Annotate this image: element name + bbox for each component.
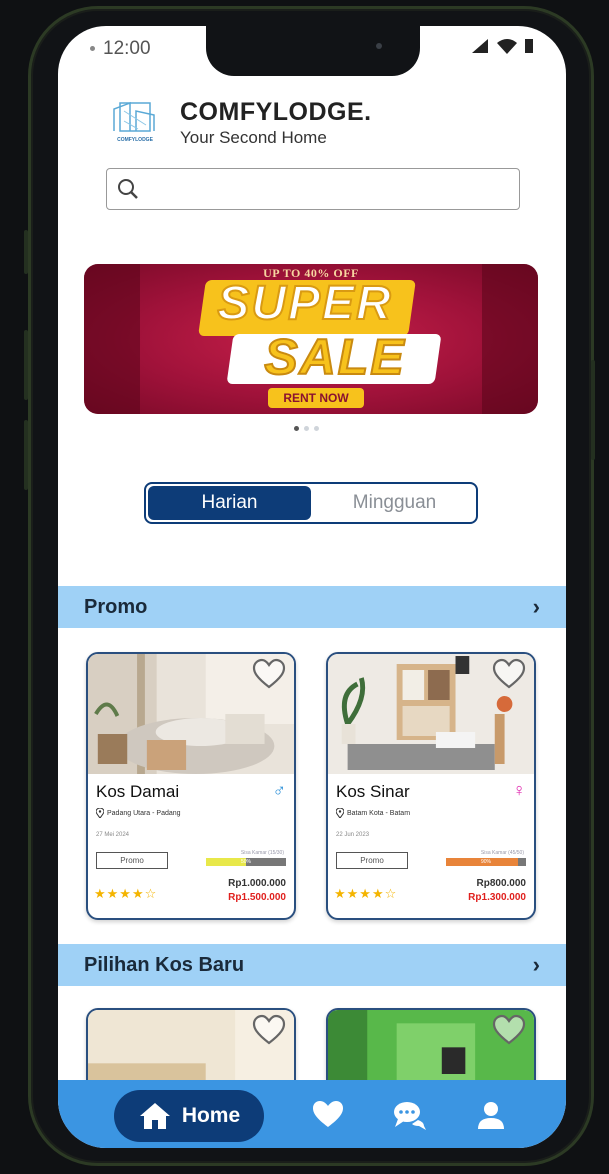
location-pin-icon	[336, 808, 344, 818]
carousel-dot[interactable]	[294, 426, 299, 431]
carousel-indicator	[294, 426, 319, 431]
price-original: Rp1.300.000	[468, 892, 526, 903]
price-current: Rp800.000	[476, 878, 526, 889]
rooms-left-label: Sisa Kamar (45/50)	[480, 850, 524, 856]
section-title: Promo	[84, 595, 148, 618]
signal-icon	[472, 39, 488, 53]
location-pin-icon	[96, 808, 104, 818]
rooms-progress-bar: 90%	[446, 858, 526, 866]
kos-location: Padang Utara - Padang	[96, 808, 181, 818]
heart-icon[interactable]	[492, 1014, 526, 1046]
kos-card[interactable]: Kos Damai ♂ Padang Utara - Padang 27 Mei…	[86, 652, 296, 920]
notch	[206, 26, 420, 76]
toggle-harian[interactable]: Harian	[148, 486, 311, 520]
kos-card[interactable]: Kos Sinar ♀ Batam Kota - Batam 22 Jun 20…	[326, 652, 536, 920]
phone-side-button	[24, 230, 28, 274]
section-promo-header[interactable]: Promo ›	[58, 586, 566, 628]
rent-now-button[interactable]: RENT NOW	[268, 388, 364, 408]
phone-side-button	[24, 330, 28, 400]
chat-icon[interactable]	[392, 1100, 426, 1130]
female-icon: ♀	[512, 780, 527, 800]
profile-icon[interactable]	[476, 1100, 506, 1130]
wifi-icon	[497, 39, 517, 54]
chevron-right-icon[interactable]: ›	[533, 594, 540, 620]
phone-side-button	[24, 420, 28, 490]
brand-tagline: Your Second Home	[180, 128, 327, 147]
heart-icon[interactable]	[252, 658, 286, 690]
rating-stars: ★★★★☆	[334, 886, 398, 901]
heart-icon[interactable]	[312, 1100, 344, 1128]
carousel-dot[interactable]	[314, 426, 319, 431]
price-current: Rp1.000.000	[228, 878, 286, 889]
period-toggle: Harian Mingguan	[144, 482, 478, 524]
kos-date: 22 Jun 2023	[336, 832, 370, 838]
promo-tag: Promo	[96, 852, 168, 869]
section-title: Pilihan Kos Baru	[84, 953, 245, 976]
carousel-dot[interactable]	[304, 426, 309, 431]
nav-home-button[interactable]: Home	[114, 1090, 264, 1142]
rating-stars: ★★★★☆	[94, 886, 158, 901]
heart-icon[interactable]	[492, 658, 526, 690]
search-bar[interactable]	[106, 168, 520, 210]
comfylodge-logo: COMFYLODGE	[113, 101, 155, 143]
brand-header: COMFYLODGE COMFYLODGE. Your Second Home	[108, 98, 372, 148]
logo-text: COMFYLODGE	[117, 137, 153, 143]
search-icon	[118, 179, 138, 199]
brand-title: COMFYLODGE.	[180, 98, 372, 126]
promo-tag: Promo	[336, 852, 408, 869]
chevron-right-icon[interactable]: ›	[533, 952, 540, 978]
status-time: 12:00	[90, 38, 151, 60]
rooms-left-label: Sisa Kamar (15/30)	[240, 850, 284, 856]
promo-banner[interactable]: UP TO 40% OFF SUPER SALE RENT NOW	[84, 264, 538, 414]
kos-date: 27 Mei 2024	[96, 832, 130, 838]
toggle-mingguan[interactable]: Mingguan	[313, 484, 476, 522]
kos-name: Kos Sinar	[336, 782, 410, 801]
kos-location: Batam Kota - Batam	[336, 808, 410, 818]
search-input[interactable]	[147, 180, 519, 198]
section-new-kos-header[interactable]: Pilihan Kos Baru ›	[58, 944, 566, 986]
status-icons	[470, 38, 534, 54]
banner-super-text: SUPER	[216, 276, 393, 331]
battery-icon	[525, 39, 533, 53]
home-icon	[139, 1103, 170, 1129]
app-screen: 12:00 COMFYLODGE COMFYLODGE. Your Second…	[58, 26, 566, 1148]
rooms-progress-bar: 50%	[206, 858, 286, 866]
banner-sale-text: SALE	[263, 328, 406, 386]
kos-name: Kos Damai	[96, 782, 180, 801]
bottom-navigation: Home	[58, 1080, 566, 1148]
nav-home-label: Home	[181, 1104, 241, 1127]
heart-icon[interactable]	[252, 1014, 286, 1046]
price-original: Rp1.500.000	[228, 892, 286, 903]
phone-side-button	[591, 360, 595, 460]
male-icon: ♂	[272, 780, 287, 800]
